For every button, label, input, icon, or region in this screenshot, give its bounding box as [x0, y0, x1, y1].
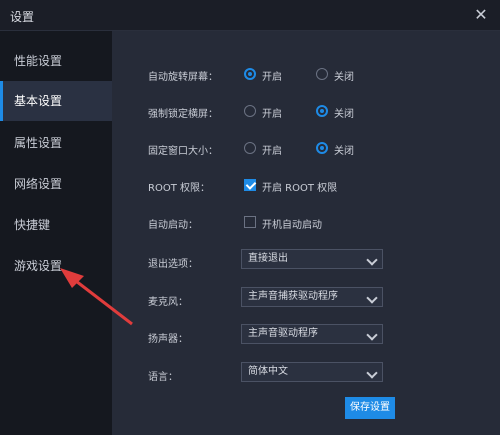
- sidebar-item-network[interactable]: 网络设置: [0, 164, 112, 204]
- mic-select[interactable]: 主声音捕获驱动程序: [241, 287, 383, 307]
- sidebar: 性能设置 基本设置 属性设置 网络设置 快捷键 游戏设置: [0, 31, 112, 435]
- save-button[interactable]: 保存设置: [345, 397, 395, 419]
- fixed-window-label: 固定窗口大小：: [148, 146, 218, 157]
- title-bar: 设置 ✕: [0, 0, 500, 31]
- auto-start-checkbox-label: 开机自动启动: [262, 220, 322, 231]
- mic-label: 麦克风：: [148, 297, 188, 308]
- sidebar-item-game[interactable]: 游戏设置: [0, 246, 112, 286]
- speaker-value: 主声音驱动程序: [248, 328, 318, 339]
- chevron-down-icon: [366, 254, 378, 266]
- auto-rotate-label: 自动旋转屏幕：: [148, 72, 218, 83]
- exit-option-label: 退出选项：: [148, 259, 198, 270]
- force-landscape-off-label: 关闭: [334, 109, 354, 120]
- auto-rotate-off-label: 关闭: [334, 72, 354, 83]
- force-landscape-on-label: 开启: [262, 109, 282, 120]
- sidebar-item-shortcuts[interactable]: 快捷键: [0, 205, 112, 245]
- close-icon[interactable]: ✕: [472, 6, 490, 24]
- language-value: 简体中文: [248, 366, 288, 377]
- auto-start-label: 自动启动：: [148, 220, 198, 231]
- sidebar-item-performance[interactable]: 性能设置: [0, 41, 112, 81]
- exit-option-value: 直接退出: [248, 253, 288, 264]
- root-label: ROOT 权限：: [148, 183, 210, 194]
- root-checkbox-label: 开启 ROOT 权限: [262, 183, 338, 194]
- sidebar-item-properties[interactable]: 属性设置: [0, 123, 112, 163]
- auto-rotate-off-radio[interactable]: [316, 68, 328, 80]
- language-select[interactable]: 简体中文: [241, 362, 383, 382]
- fixed-window-on-radio[interactable]: [244, 142, 256, 154]
- fixed-window-off-label: 关闭: [334, 146, 354, 157]
- fixed-window-on-label: 开启: [262, 146, 282, 157]
- speaker-label: 扬声器：: [148, 334, 188, 345]
- force-landscape-off-radio[interactable]: [316, 105, 328, 117]
- force-landscape-label: 强制锁定横屏：: [148, 109, 218, 120]
- chevron-down-icon: [366, 367, 378, 379]
- mic-value: 主声音捕获驱动程序: [248, 291, 338, 302]
- root-checkbox[interactable]: [244, 179, 256, 191]
- fixed-window-off-radio[interactable]: [316, 142, 328, 154]
- auto-rotate-on-label: 开启: [262, 72, 282, 83]
- exit-option-select[interactable]: 直接退出: [241, 249, 383, 269]
- chevron-down-icon: [366, 292, 378, 304]
- language-label: 语言：: [148, 372, 178, 383]
- auto-start-checkbox[interactable]: [244, 216, 256, 228]
- speaker-select[interactable]: 主声音驱动程序: [241, 324, 383, 344]
- sidebar-item-basic[interactable]: 基本设置: [0, 81, 112, 121]
- force-landscape-on-radio[interactable]: [244, 105, 256, 117]
- chevron-down-icon: [366, 329, 378, 341]
- auto-rotate-on-radio[interactable]: [244, 68, 256, 80]
- window-title: 设置: [10, 10, 35, 24]
